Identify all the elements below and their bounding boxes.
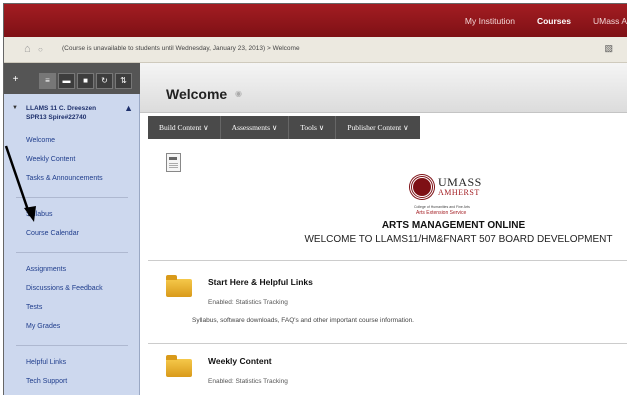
menu-divider [16,252,128,253]
nav-umass[interactable]: UMass A [593,16,627,26]
page-header: Welcome ◉ [140,63,627,113]
logo-sub1: College of Humanities and Fine Arts [414,205,470,209]
menu-item-tasks-announcements[interactable]: Tasks & Announcements [26,175,103,182]
folder-icon[interactable] [166,355,192,377]
chevron-down-icon[interactable]: ▼ [12,105,18,111]
content-item-meta: Enabled: Statistics Tracking [208,299,288,306]
menu-item-my-grades[interactable]: My Grades [26,323,60,330]
list-icon[interactable]: ≡ [39,73,56,89]
divider [148,343,627,344]
menu-divider [16,345,128,346]
plus-icon[interactable]: + [7,73,24,89]
main-content: Welcome ◉ Build Content ∨ Assessments ∨ … [140,63,627,395]
menu-item-helpful-links[interactable]: Helpful Links [26,359,66,366]
content-item-desc: Syllabus, software downloads, FAQ's and … [192,317,414,324]
build-content-button[interactable]: Build Content ∨ [148,116,221,139]
page-headline: ARTS MANAGEMENT ONLINE [381,220,526,231]
gear-icon[interactable]: ○ [38,45,43,54]
menu-item-welcome[interactable]: Welcome [26,137,55,144]
app-window: My Institution Courses UMass A ⌂ ○ (Cour… [3,3,627,395]
umass-logo: UMASS AMHERST College of Humanities and … [410,175,500,221]
divider [148,260,627,261]
document-icon[interactable] [166,153,181,172]
page-tools-icon[interactable]: ▧ [604,43,613,54]
publisher-content-button[interactable]: Publisher Content ∨ [336,116,419,139]
calendar-icon[interactable]: ■ [77,73,94,89]
refresh-icon[interactable]: ↻ [96,73,113,89]
breadcrumb: (Course is unavailable to students until… [62,45,300,52]
logo-line2: AMHERST [438,188,480,197]
action-bar: Build Content ∨ Assessments ∨ Tools ∨ Pu… [148,116,420,139]
menu-item-discussions-feedback[interactable]: Discussions & Feedback [26,285,103,292]
seal-icon [410,175,434,199]
page-subheadline: WELCOME TO LLAMS11/HM&FNART 507 BOARD DE… [304,234,613,245]
tools-button[interactable]: Tools ∨ [289,116,337,139]
assessments-button[interactable]: Assessments ∨ [221,116,290,139]
nav-courses[interactable]: Courses [537,16,571,26]
course-name: LLAMS 11 C. Dreeszen SPR13 Spire#22740 [26,105,97,121]
page-title: Welcome [166,86,228,102]
content-item-meta: Enabled: Statistics Tracking [208,378,288,385]
logo-sub2: Arts Extension Service [416,210,467,216]
folder-icon[interactable]: ▬ [58,73,75,89]
course-menu-toolbar: + ≡ ▬ ■ ↻ ⇅ [4,63,140,94]
menu-item-course-calendar[interactable]: Course Calendar [26,230,79,237]
menu-item-tests[interactable]: Tests [26,304,42,311]
menu-item-assignments[interactable]: Assignments [26,266,66,273]
top-nav: My Institution Courses UMass A [443,4,627,37]
nav-my-institution[interactable]: My Institution [465,16,515,26]
menu-item-tech-support[interactable]: Tech Support [26,378,67,385]
breadcrumb-bar: ⌂ ○ (Course is unavailable to students u… [4,37,627,63]
folder-icon[interactable] [166,275,192,297]
content-item-title[interactable]: Start Here & Helpful Links [208,277,313,287]
content-item-title[interactable]: Weekly Content [208,356,272,366]
top-header-bar: My Institution Courses UMass A [4,4,627,37]
course-menu: + ≡ ▬ ■ ↻ ⇅ ▼ LLAMS 11 C. Dreeszen SPR13… [4,63,140,395]
sort-icon[interactable]: ⇅ [115,73,132,89]
home-icon[interactable]: ▲ [124,103,133,113]
options-icon[interactable]: ◉ [235,89,242,98]
home-icon[interactable]: ⌂ [24,43,31,55]
annotation-arrow-icon [4,145,36,222]
